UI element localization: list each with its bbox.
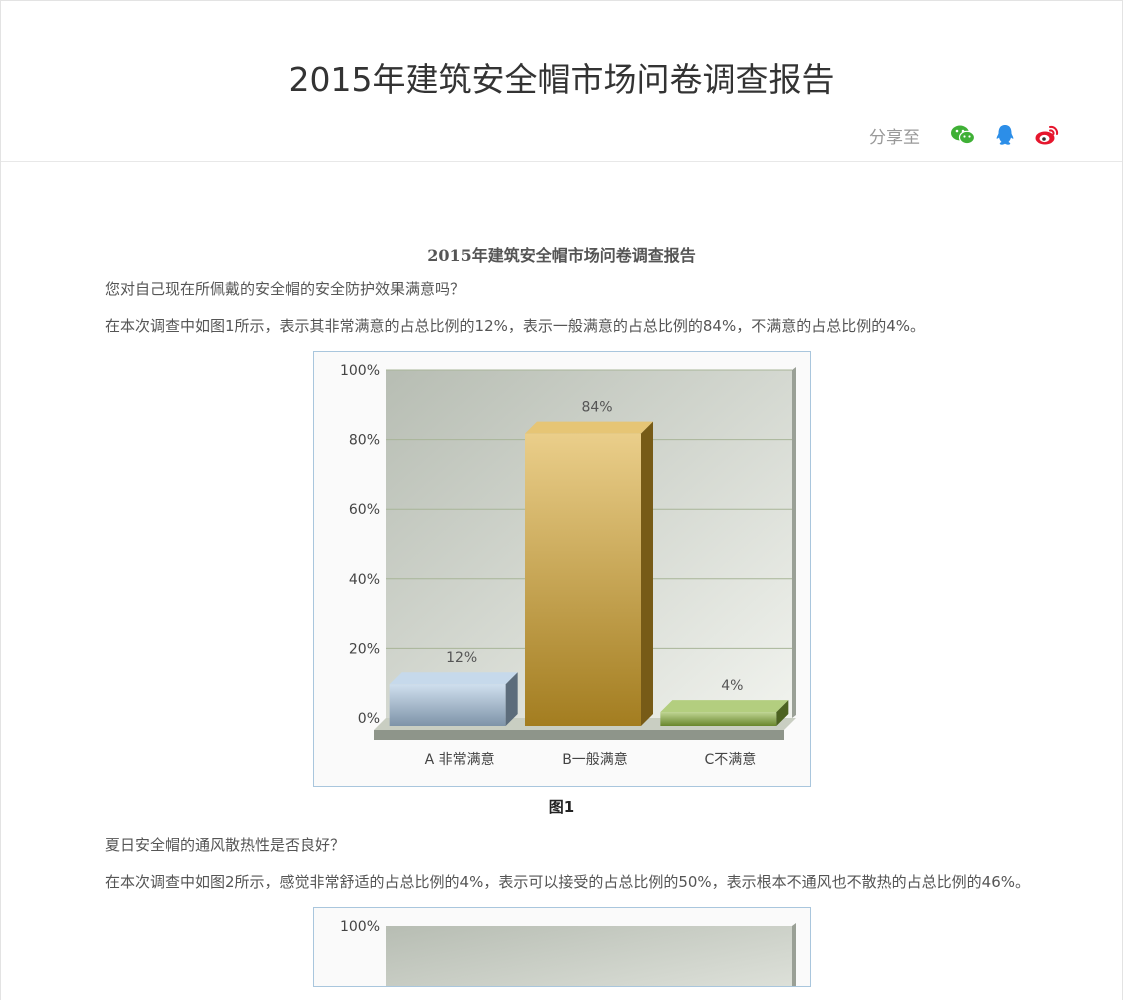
bar-1-data-label: 12% [446,650,477,666]
plot-side-wall [791,923,796,986]
figure-2-chart: 100% [312,907,811,987]
y-tick-label: 100% [339,919,379,935]
y-tick-label: 60% [348,502,379,518]
x-category-label: A 非常满意 [424,751,494,768]
y-tick-label: 40% [348,572,379,588]
figure-1-chart: 0% 20% 40% 60% 80% 100% 12% A 非常满意 84% B一般满意 4% C不满… [312,351,811,787]
weibo-icon[interactable] [1034,122,1060,148]
bar-2-side [640,421,653,726]
share-bar: 分享至 [869,122,1060,148]
bar-2-top [524,421,653,434]
plot-side-wall [791,367,796,718]
article-frame: 2015年建筑安全帽市场问卷调查报告 分享至 2015年建筑安全帽市场问卷调查报… [0,0,1123,1000]
page-title: 2015年建筑安全帽市场问卷调查报告 [288,60,835,99]
plot-floor-front [373,730,784,740]
bar-2-data-label: 84% [581,400,612,416]
y-tick-label: 20% [348,641,379,657]
bar-3-top [659,700,788,713]
y-tick-label: 100% [339,363,379,379]
page-header: 2015年建筑安全帽市场问卷调查报告 分享至 [1,1,1122,162]
question-1: 您对自己现在所佩戴的安全帽的安全防护效果满意吗？ [105,280,466,298]
bar-3 [659,712,776,726]
x-category-label: C不满意 [704,751,756,768]
figure-1-caption: 图1 [548,798,575,816]
bar-2 [524,433,641,726]
article-title: 2015年建筑安全帽市场问卷调查报告 [427,246,696,265]
paragraph-1: 在本次调查中如图1所示，表示其非常满意的占总比例的12%，表示一般满意的占总比例… [105,317,926,335]
bar-3-data-label: 4% [721,678,743,694]
wechat-icon[interactable] [950,122,976,148]
bar-1 [389,684,506,726]
y-tick-label: 0% [357,711,379,727]
share-label: 分享至 [869,127,920,148]
article-content: 2015年建筑安全帽市场问卷调查报告 您对自己现在所佩戴的安全帽的安全防护效果满… [1,241,1122,987]
plot-background [385,926,792,986]
y-tick-label: 80% [348,433,379,449]
x-category-label: B一般满意 [562,751,628,768]
question-2: 夏日安全帽的通风散热性是否良好？ [105,836,346,854]
bar-1-top [389,672,518,685]
paragraph-2: 在本次调查中如图2所示，感觉非常舒适的占总比例的4%，表示可以接受的占总比例的5… [105,873,1031,891]
qq-icon[interactable] [992,122,1018,148]
